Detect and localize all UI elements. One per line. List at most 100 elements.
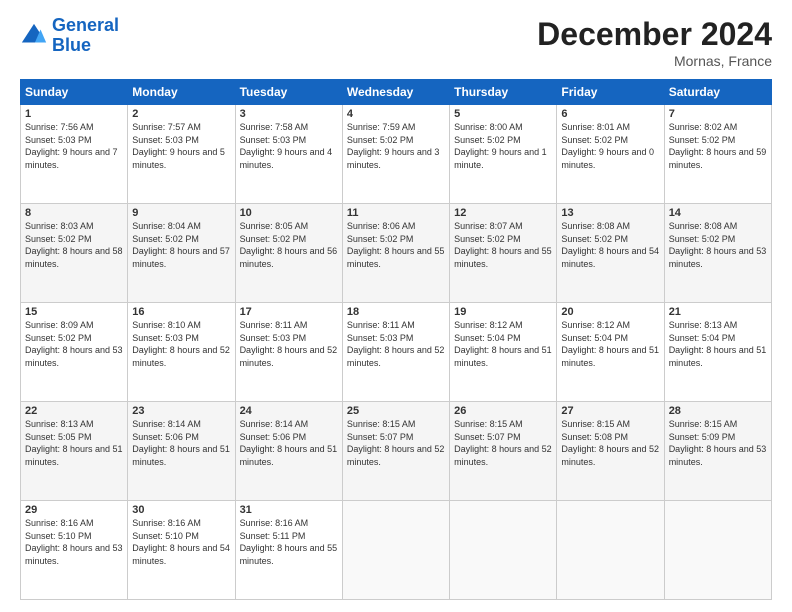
day-info: Sunrise: 8:12 AMSunset: 5:04 PMDaylight:… xyxy=(454,319,552,369)
day-info: Sunrise: 8:13 AMSunset: 5:05 PMDaylight:… xyxy=(25,418,123,468)
day-info: Sunrise: 8:14 AMSunset: 5:06 PMDaylight:… xyxy=(240,418,338,468)
calendar-cell: 4Sunrise: 7:59 AMSunset: 5:02 PMDaylight… xyxy=(342,105,449,204)
calendar-cell: 9Sunrise: 8:04 AMSunset: 5:02 PMDaylight… xyxy=(128,204,235,303)
day-number: 18 xyxy=(347,306,445,318)
calendar-cell: 12Sunrise: 8:07 AMSunset: 5:02 PMDayligh… xyxy=(450,204,557,303)
calendar-cell: 31Sunrise: 8:16 AMSunset: 5:11 PMDayligh… xyxy=(235,501,342,600)
calendar-cell: 6Sunrise: 8:01 AMSunset: 5:02 PMDaylight… xyxy=(557,105,664,204)
calendar-cell: 23Sunrise: 8:14 AMSunset: 5:06 PMDayligh… xyxy=(128,402,235,501)
day-info: Sunrise: 8:16 AMSunset: 5:11 PMDaylight:… xyxy=(240,517,338,567)
day-info: Sunrise: 8:16 AMSunset: 5:10 PMDaylight:… xyxy=(132,517,230,567)
day-number: 21 xyxy=(669,306,767,318)
calendar-cell: 21Sunrise: 8:13 AMSunset: 5:04 PMDayligh… xyxy=(664,303,771,402)
calendar-cell: 10Sunrise: 8:05 AMSunset: 5:02 PMDayligh… xyxy=(235,204,342,303)
day-number: 5 xyxy=(454,108,552,120)
calendar-cell: 7Sunrise: 8:02 AMSunset: 5:02 PMDaylight… xyxy=(664,105,771,204)
day-number: 19 xyxy=(454,306,552,318)
day-number: 29 xyxy=(25,504,123,516)
day-number: 22 xyxy=(25,405,123,417)
day-info: Sunrise: 8:06 AMSunset: 5:02 PMDaylight:… xyxy=(347,220,445,270)
day-number: 24 xyxy=(240,405,338,417)
day-number: 2 xyxy=(132,108,230,120)
calendar-cell: 5Sunrise: 8:00 AMSunset: 5:02 PMDaylight… xyxy=(450,105,557,204)
day-number: 8 xyxy=(25,207,123,219)
day-number: 20 xyxy=(561,306,659,318)
day-info: Sunrise: 7:56 AMSunset: 5:03 PMDaylight:… xyxy=(25,121,123,171)
day-info: Sunrise: 8:15 AMSunset: 5:08 PMDaylight:… xyxy=(561,418,659,468)
calendar-cell: 18Sunrise: 8:11 AMSunset: 5:03 PMDayligh… xyxy=(342,303,449,402)
calendar-table: SundayMondayTuesdayWednesdayThursdayFrid… xyxy=(20,79,772,600)
calendar-cell: 15Sunrise: 8:09 AMSunset: 5:02 PMDayligh… xyxy=(21,303,128,402)
calendar-cell: 11Sunrise: 8:06 AMSunset: 5:02 PMDayligh… xyxy=(342,204,449,303)
calendar-cell: 13Sunrise: 8:08 AMSunset: 5:02 PMDayligh… xyxy=(557,204,664,303)
day-info: Sunrise: 8:10 AMSunset: 5:03 PMDaylight:… xyxy=(132,319,230,369)
calendar-header-sunday: Sunday xyxy=(21,80,128,105)
calendar-cell: 27Sunrise: 8:15 AMSunset: 5:08 PMDayligh… xyxy=(557,402,664,501)
day-info: Sunrise: 8:08 AMSunset: 5:02 PMDaylight:… xyxy=(669,220,767,270)
calendar-cell: 30Sunrise: 8:16 AMSunset: 5:10 PMDayligh… xyxy=(128,501,235,600)
day-info: Sunrise: 8:00 AMSunset: 5:02 PMDaylight:… xyxy=(454,121,552,171)
day-number: 30 xyxy=(132,504,230,516)
calendar-header-wednesday: Wednesday xyxy=(342,80,449,105)
day-info: Sunrise: 8:02 AMSunset: 5:02 PMDaylight:… xyxy=(669,121,767,171)
day-info: Sunrise: 8:07 AMSunset: 5:02 PMDaylight:… xyxy=(454,220,552,270)
day-info: Sunrise: 8:01 AMSunset: 5:02 PMDaylight:… xyxy=(561,121,659,171)
calendar-cell: 16Sunrise: 8:10 AMSunset: 5:03 PMDayligh… xyxy=(128,303,235,402)
calendar-header-monday: Monday xyxy=(128,80,235,105)
day-number: 1 xyxy=(25,108,123,120)
day-number: 23 xyxy=(132,405,230,417)
day-number: 4 xyxy=(347,108,445,120)
day-info: Sunrise: 8:03 AMSunset: 5:02 PMDaylight:… xyxy=(25,220,123,270)
logo-text-line1: General xyxy=(52,16,119,36)
page-title: December 2024 xyxy=(537,16,772,53)
day-number: 9 xyxy=(132,207,230,219)
calendar-cell: 17Sunrise: 8:11 AMSunset: 5:03 PMDayligh… xyxy=(235,303,342,402)
day-number: 31 xyxy=(240,504,338,516)
day-number: 27 xyxy=(561,405,659,417)
day-number: 14 xyxy=(669,207,767,219)
day-info: Sunrise: 8:09 AMSunset: 5:02 PMDaylight:… xyxy=(25,319,123,369)
calendar-cell: 28Sunrise: 8:15 AMSunset: 5:09 PMDayligh… xyxy=(664,402,771,501)
day-info: Sunrise: 8:04 AMSunset: 5:02 PMDaylight:… xyxy=(132,220,230,270)
calendar-cell: 22Sunrise: 8:13 AMSunset: 5:05 PMDayligh… xyxy=(21,402,128,501)
location: Mornas, France xyxy=(537,53,772,69)
calendar-header-thursday: Thursday xyxy=(450,80,557,105)
day-number: 28 xyxy=(669,405,767,417)
day-number: 17 xyxy=(240,306,338,318)
day-number: 25 xyxy=(347,405,445,417)
calendar-cell xyxy=(450,501,557,600)
day-number: 16 xyxy=(132,306,230,318)
day-number: 10 xyxy=(240,207,338,219)
calendar-header-friday: Friday xyxy=(557,80,664,105)
day-number: 7 xyxy=(669,108,767,120)
calendar-cell: 20Sunrise: 8:12 AMSunset: 5:04 PMDayligh… xyxy=(557,303,664,402)
calendar-cell: 2Sunrise: 7:57 AMSunset: 5:03 PMDaylight… xyxy=(128,105,235,204)
day-info: Sunrise: 8:12 AMSunset: 5:04 PMDaylight:… xyxy=(561,319,659,369)
calendar-cell xyxy=(664,501,771,600)
calendar-cell: 26Sunrise: 8:15 AMSunset: 5:07 PMDayligh… xyxy=(450,402,557,501)
calendar-cell xyxy=(557,501,664,600)
calendar-header-tuesday: Tuesday xyxy=(235,80,342,105)
day-info: Sunrise: 8:13 AMSunset: 5:04 PMDaylight:… xyxy=(669,319,767,369)
day-info: Sunrise: 8:16 AMSunset: 5:10 PMDaylight:… xyxy=(25,517,123,567)
day-number: 15 xyxy=(25,306,123,318)
day-info: Sunrise: 8:08 AMSunset: 5:02 PMDaylight:… xyxy=(561,220,659,270)
day-info: Sunrise: 8:14 AMSunset: 5:06 PMDaylight:… xyxy=(132,418,230,468)
calendar-cell xyxy=(342,501,449,600)
day-info: Sunrise: 7:59 AMSunset: 5:02 PMDaylight:… xyxy=(347,121,445,171)
logo-icon xyxy=(20,22,48,50)
day-info: Sunrise: 8:11 AMSunset: 5:03 PMDaylight:… xyxy=(347,319,445,369)
calendar-header-saturday: Saturday xyxy=(664,80,771,105)
calendar-cell: 1Sunrise: 7:56 AMSunset: 5:03 PMDaylight… xyxy=(21,105,128,204)
calendar-cell: 29Sunrise: 8:16 AMSunset: 5:10 PMDayligh… xyxy=(21,501,128,600)
day-info: Sunrise: 7:57 AMSunset: 5:03 PMDaylight:… xyxy=(132,121,230,171)
day-info: Sunrise: 8:15 AMSunset: 5:09 PMDaylight:… xyxy=(669,418,767,468)
calendar-cell: 3Sunrise: 7:58 AMSunset: 5:03 PMDaylight… xyxy=(235,105,342,204)
day-number: 26 xyxy=(454,405,552,417)
day-info: Sunrise: 7:58 AMSunset: 5:03 PMDaylight:… xyxy=(240,121,338,171)
calendar-cell: 24Sunrise: 8:14 AMSunset: 5:06 PMDayligh… xyxy=(235,402,342,501)
calendar-cell: 14Sunrise: 8:08 AMSunset: 5:02 PMDayligh… xyxy=(664,204,771,303)
calendar-cell: 8Sunrise: 8:03 AMSunset: 5:02 PMDaylight… xyxy=(21,204,128,303)
day-number: 13 xyxy=(561,207,659,219)
day-number: 6 xyxy=(561,108,659,120)
